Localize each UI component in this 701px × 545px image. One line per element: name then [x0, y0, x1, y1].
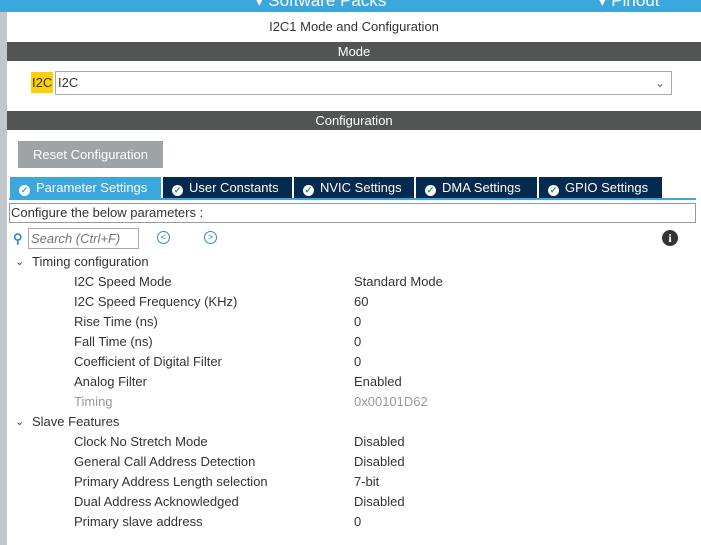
parameter-name: Timing: [74, 394, 113, 409]
check-circle-icon: ✓: [303, 185, 314, 196]
check-circle-icon: ✓: [19, 185, 30, 196]
parameter-name: Clock No Stretch Mode: [74, 434, 208, 449]
parameter-value[interactable]: 0: [354, 312, 361, 332]
parameter-value[interactable]: 0: [354, 332, 361, 352]
chevron-down-icon: ⌄: [15, 416, 25, 428]
chevron-down-icon: ⌄: [654, 76, 665, 90]
parameter-name: Fall Time (ns): [74, 334, 153, 349]
parameter-value[interactable]: Standard Mode: [354, 272, 443, 292]
parameter-value: 0x00101D62: [354, 394, 428, 409]
parameter-name: Rise Time (ns): [74, 314, 158, 329]
mode-header: Mode: [7, 42, 701, 61]
parameter-name: Analog Filter: [74, 374, 147, 389]
parameter-name: Primary Address Length selection: [74, 474, 268, 489]
search-input[interactable]: [28, 228, 139, 249]
group-label: Timing configuration: [32, 254, 149, 269]
tab-dma-settings[interactable]: ✓ DMA Settings: [416, 177, 537, 198]
software-packs-menu[interactable]: ▾ Software Packs: [255, 0, 386, 11]
tab-nvic-settings[interactable]: ✓ NVIC Settings: [294, 177, 414, 198]
parameter-row[interactable]: General Call Address Detection Disabled: [0, 452, 701, 472]
parameter-row[interactable]: I2C Speed Frequency (KHz) 60: [0, 292, 701, 312]
configuration-header: Configuration: [7, 111, 701, 130]
mode-select-value: I2C: [58, 75, 79, 90]
search-icon: ⚲: [13, 231, 23, 246]
parameter-value[interactable]: 60: [354, 292, 368, 312]
check-circle-icon: ✓: [548, 185, 559, 196]
parameter-value[interactable]: Disabled: [354, 452, 405, 472]
configure-description: Configure the below parameters :: [9, 203, 696, 223]
previous-result-icon[interactable]: <: [157, 231, 170, 244]
pinout-menu[interactable]: ▾ Pinout: [598, 0, 659, 11]
parameter-value[interactable]: 0: [354, 512, 361, 532]
parameter-row[interactable]: Coefficient of Digital Filter 0: [0, 352, 701, 372]
parameter-name: General Call Address Detection: [74, 454, 256, 469]
chevron-down-icon: ⌄: [15, 256, 25, 268]
tab-parameter-settings[interactable]: ✓ Parameter Settings: [10, 177, 161, 198]
parameter-row[interactable]: Primary Address Length selection 7-bit: [0, 472, 701, 492]
tab-user-constants[interactable]: ✓ User Constants: [163, 177, 292, 198]
tab-gpio-settings[interactable]: ✓ GPIO Settings: [539, 177, 662, 198]
info-icon[interactable]: i: [662, 230, 678, 246]
page-title: I2C1 Mode and Configuration: [269, 19, 439, 34]
parameter-name: Coefficient of Digital Filter: [74, 354, 222, 369]
parameter-row[interactable]: I2C Speed Mode Standard Mode: [0, 272, 701, 292]
check-circle-icon: ✓: [425, 185, 436, 196]
next-result-icon[interactable]: >: [204, 231, 217, 244]
parameter-row[interactable]: Primary slave address 0: [0, 512, 701, 532]
parameter-row[interactable]: Rise Time (ns) 0: [0, 312, 701, 332]
parameter-name: Primary slave address: [74, 514, 203, 529]
parameter-value[interactable]: 7-bit: [354, 472, 379, 492]
group-label: Slave Features: [32, 414, 120, 429]
tab-underline: [9, 198, 696, 200]
parameter-name: I2C Speed Mode: [74, 274, 172, 289]
parameter-name: Dual Address Acknowledged: [74, 494, 239, 509]
parameter-name: I2C Speed Frequency (KHz): [74, 294, 238, 309]
parameter-value[interactable]: Enabled: [354, 372, 402, 392]
parameter-row[interactable]: Timing 0x00101D62: [0, 392, 701, 412]
top-toolbar: ▾ Software Packs ▾ Pinout: [0, 0, 701, 12]
group-header[interactable]: ⌄ Slave Features: [0, 412, 701, 432]
parameter-row[interactable]: Clock No Stretch Mode Disabled: [0, 432, 701, 452]
mode-select[interactable]: I2C ⌄: [55, 71, 672, 95]
group-header[interactable]: ⌄ Timing configuration: [0, 252, 701, 272]
parameter-value[interactable]: Disabled: [354, 492, 405, 512]
parameter-row[interactable]: Fall Time (ns) 0: [0, 332, 701, 352]
parameter-row[interactable]: Analog Filter Enabled: [0, 372, 701, 392]
parameter-row[interactable]: Dual Address Acknowledged Disabled: [0, 492, 701, 512]
mode-label: I2C: [31, 72, 54, 93]
parameter-value[interactable]: 0: [354, 352, 361, 372]
reset-configuration-button[interactable]: Reset Configuration: [18, 141, 163, 168]
parameter-value[interactable]: Disabled: [354, 432, 405, 452]
check-circle-icon: ✓: [172, 185, 183, 196]
